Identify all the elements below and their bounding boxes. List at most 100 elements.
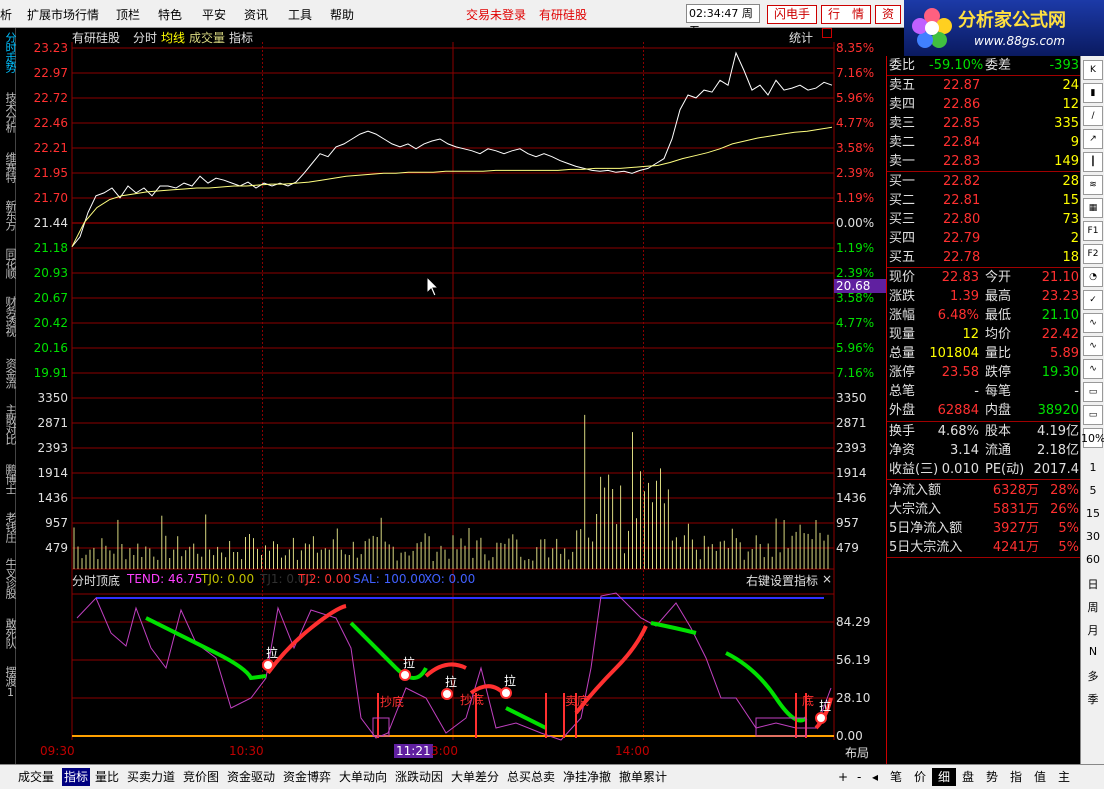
chart-tab-volume[interactable]: 成交量 [189,29,225,46]
ask-row[interactable]: 卖一 22.83 149 [887,152,1081,171]
trade-login-status[interactable]: 交易未登录 [466,6,526,23]
bid-row[interactable]: 买四 22.79 2 [887,229,1081,248]
bottom-tab[interactable]: 买卖力道 [127,768,175,786]
bottom-tab[interactable]: 竞价图 [183,768,219,786]
chart-tab-intraday[interactable]: 分时 [133,29,157,46]
menu-item-market[interactable]: 扩展市场行情 [27,6,99,23]
left-tab-niucha[interactable]: 牛叉诊股 [0,558,17,598]
detail-tab[interactable]: 指 [1004,768,1028,786]
bid-row[interactable]: 买二 22.81 15 [887,191,1081,210]
left-tab-xindongfang[interactable]: 新东方 [0,200,17,230]
flash-trade-button[interactable]: 闪电手 [767,5,817,24]
bottom-tab[interactable]: 撤单累计 [619,768,667,786]
menu-item-tools[interactable]: 工具 [288,6,312,23]
left-tab-gansidui[interactable]: 敢死队 [0,618,17,648]
candle-icon[interactable]: ┃ [1083,152,1103,172]
chart-tab-avg[interactable]: 均线 [161,29,185,46]
period-button[interactable]: 30 [1081,530,1104,543]
period-button[interactable]: 周 [1081,599,1104,615]
period-button[interactable]: 1 [1081,461,1104,474]
bottom-tab[interactable]: 指标 [62,768,91,786]
zoom-in-button[interactable]: + [838,768,848,786]
left-tab-finance[interactable]: 财务透视 [0,296,17,336]
intraday-chart[interactable]: 23.23 8.35% 22.97 7.16% 22.72 5.96% 22.46 4.77%… [16,28,886,764]
bar-icon[interactable]: ▮ [1083,83,1103,103]
left-tab-baidu[interactable]: 摆渡1 [0,666,17,698]
chart-stock-name: 有研硅股 [72,31,121,45]
chart-icon[interactable]: ▭ [1083,382,1103,402]
bottom-tab[interactable]: 大单差分 [451,768,499,786]
zoom-out-button[interactable]: - [857,768,861,786]
left-tab-intraday[interactable]: 分时走势 [0,32,17,72]
scroll-left-icon[interactable]: ◂ [872,768,878,786]
wave-icon[interactable]: ∿ [1083,313,1103,333]
menu-item-cut[interactable]: 析 [0,6,12,23]
period-button[interactable]: 60 [1081,553,1104,566]
bottom-tab[interactable]: 成交量 [18,768,54,786]
wave3-icon[interactable]: ∿ [1083,359,1103,379]
f1-icon[interactable]: F1 [1083,221,1103,241]
stat-value: 38920 [1037,403,1079,418]
bottom-tab[interactable]: 涨跌动因 [395,768,443,786]
left-tab-pengboshi[interactable]: 鹏博士 [0,464,17,494]
pie-icon[interactable]: ◔ [1083,267,1103,287]
hook-icon[interactable]: ✓ [1083,290,1103,310]
detail-tab[interactable]: 主 [1052,768,1076,786]
chart-tab-indicator[interactable]: 指标 [229,29,253,46]
bottom-tab[interactable]: 净挂净撤 [563,768,611,786]
period-button[interactable]: 多 [1081,668,1104,684]
bottom-tab[interactable]: 总买总卖 [507,768,555,786]
left-tab-weisaite[interactable]: 维赛特 [0,152,17,182]
bottom-tab[interactable]: 量比 [95,768,119,786]
wave2-icon[interactable]: ∿ [1083,336,1103,356]
left-tab-main-retail[interactable]: 主散对比 [0,404,17,444]
period-button[interactable]: 日 [1081,576,1104,592]
ma-icon[interactable]: ≋ [1083,175,1103,195]
ask-row[interactable]: 卖二 22.84 9 [887,133,1081,152]
chart-canvas[interactable]: 23.23 8.35% 22.97 7.16% 22.72 5.96% 22.46 4.77%… [16,28,886,764]
period-button[interactable]: N [1081,645,1104,658]
left-tab-capital-flow[interactable]: 资金流 [0,358,17,388]
bottom-tab[interactable]: 资金博弈 [283,768,331,786]
detail-tab[interactable]: 价 [908,768,932,786]
indicator-close-icon[interactable]: × [822,572,832,586]
k-icon[interactable]: K [1083,60,1103,80]
period-button[interactable]: 5 [1081,484,1104,497]
ask-row[interactable]: 卖五 22.87 24 [887,76,1081,95]
detail-tab[interactable]: 笔 [884,768,908,786]
menu-item-pingan[interactable]: 平安 [202,6,226,23]
layout-button[interactable]: 布局 [845,744,869,761]
bottom-tab[interactable]: 资金驱动 [227,768,275,786]
menu-item-news[interactable]: 资讯 [244,6,268,23]
f2-icon[interactable]: F2 [1083,244,1103,264]
line-icon[interactable]: ∕ [1083,106,1103,126]
left-tab-technical[interactable]: 技术分析 [0,92,17,132]
left-tab-laoqianzhuang[interactable]: 老钱庄 [0,512,17,542]
detail-tab[interactable]: 盘 [956,768,980,786]
bid-row[interactable]: 买一 22.82 28 [887,172,1081,191]
info-button[interactable]: 资 [875,5,901,24]
bid-row[interactable]: 买五 22.78 18 [887,248,1081,267]
detail-tab[interactable]: 值 [1028,768,1052,786]
grid-icon[interactable]: ▦ [1083,198,1103,218]
chart2-icon[interactable]: ▭ [1083,405,1103,425]
chart-stats-button[interactable]: 统计 [789,29,813,46]
indicator-settings-hint[interactable]: 右键设置指标 [746,572,818,589]
detail-tab[interactable]: 势 [980,768,1004,786]
bottom-tab[interactable]: 大单动向 [339,768,387,786]
bid-row[interactable]: 买三 22.80 73 [887,210,1081,229]
menu-item-topbar[interactable]: 顶栏 [116,6,140,23]
ask-row[interactable]: 卖三 22.85 335 [887,114,1081,133]
quote-button[interactable]: 行 情 [821,5,871,24]
percent-scale-button[interactable]: 10% [1081,432,1104,445]
ask-row[interactable]: 卖四 22.86 12 [887,95,1081,114]
menu-item-special[interactable]: 特色 [158,6,182,23]
period-button[interactable]: 15 [1081,507,1104,520]
left-tab-tonghuashun[interactable]: 同花顺 [0,248,17,278]
period-button[interactable]: 月 [1081,622,1104,638]
menu-item-help[interactable]: 帮助 [330,6,354,23]
detail-tab[interactable]: 细 [932,768,956,786]
trend-icon[interactable]: ↗ [1083,129,1103,149]
period-button[interactable]: 季 [1081,691,1104,707]
chart-maximize-icon[interactable] [822,28,832,38]
